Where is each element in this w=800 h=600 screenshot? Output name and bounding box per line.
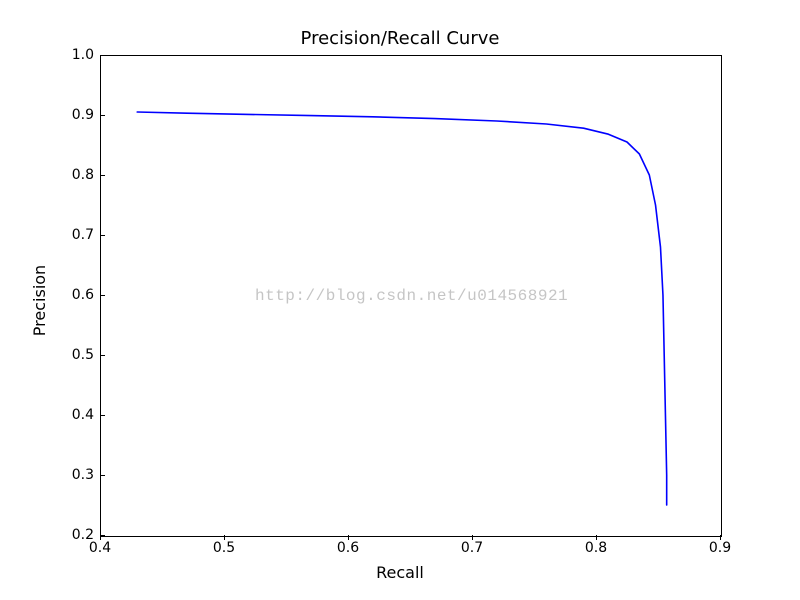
- y-tick-mark: [100, 475, 105, 476]
- x-tick-label: 0.6: [337, 540, 359, 556]
- x-tick-label: 0.8: [585, 540, 607, 556]
- y-tick-label: 0.4: [72, 407, 94, 423]
- y-tick-label: 0.6: [72, 287, 94, 303]
- x-tick-label: 0.5: [213, 540, 235, 556]
- x-axis-label: Recall: [0, 563, 800, 582]
- y-tick-mark: [100, 175, 105, 176]
- y-tick-mark: [100, 115, 105, 116]
- y-tick-mark: [100, 55, 105, 56]
- y-axis-label: Precision: [30, 0, 50, 600]
- watermark-text: http://blog.csdn.net/u014568921: [255, 287, 568, 305]
- y-tick-mark: [100, 355, 105, 356]
- y-tick-label: 0.7: [72, 227, 94, 243]
- y-tick-label: 0.5: [72, 347, 94, 363]
- chart-container: Precision/Recall Curve Precision Recall …: [0, 0, 800, 600]
- y-tick-mark: [100, 535, 105, 536]
- y-tick-mark: [100, 415, 105, 416]
- y-tick-label: 0.8: [72, 167, 94, 183]
- y-tick-mark: [100, 295, 105, 296]
- y-tick-label: 0.9: [72, 107, 94, 123]
- y-tick-label: 0.3: [72, 467, 94, 483]
- y-tick-mark: [100, 235, 105, 236]
- y-tick-label: 1.0: [72, 47, 94, 63]
- x-tick-label: 0.7: [461, 540, 483, 556]
- x-tick-label: 0.9: [709, 540, 731, 556]
- chart-title: Precision/Recall Curve: [0, 28, 800, 49]
- y-tick-label: 0.2: [72, 527, 94, 543]
